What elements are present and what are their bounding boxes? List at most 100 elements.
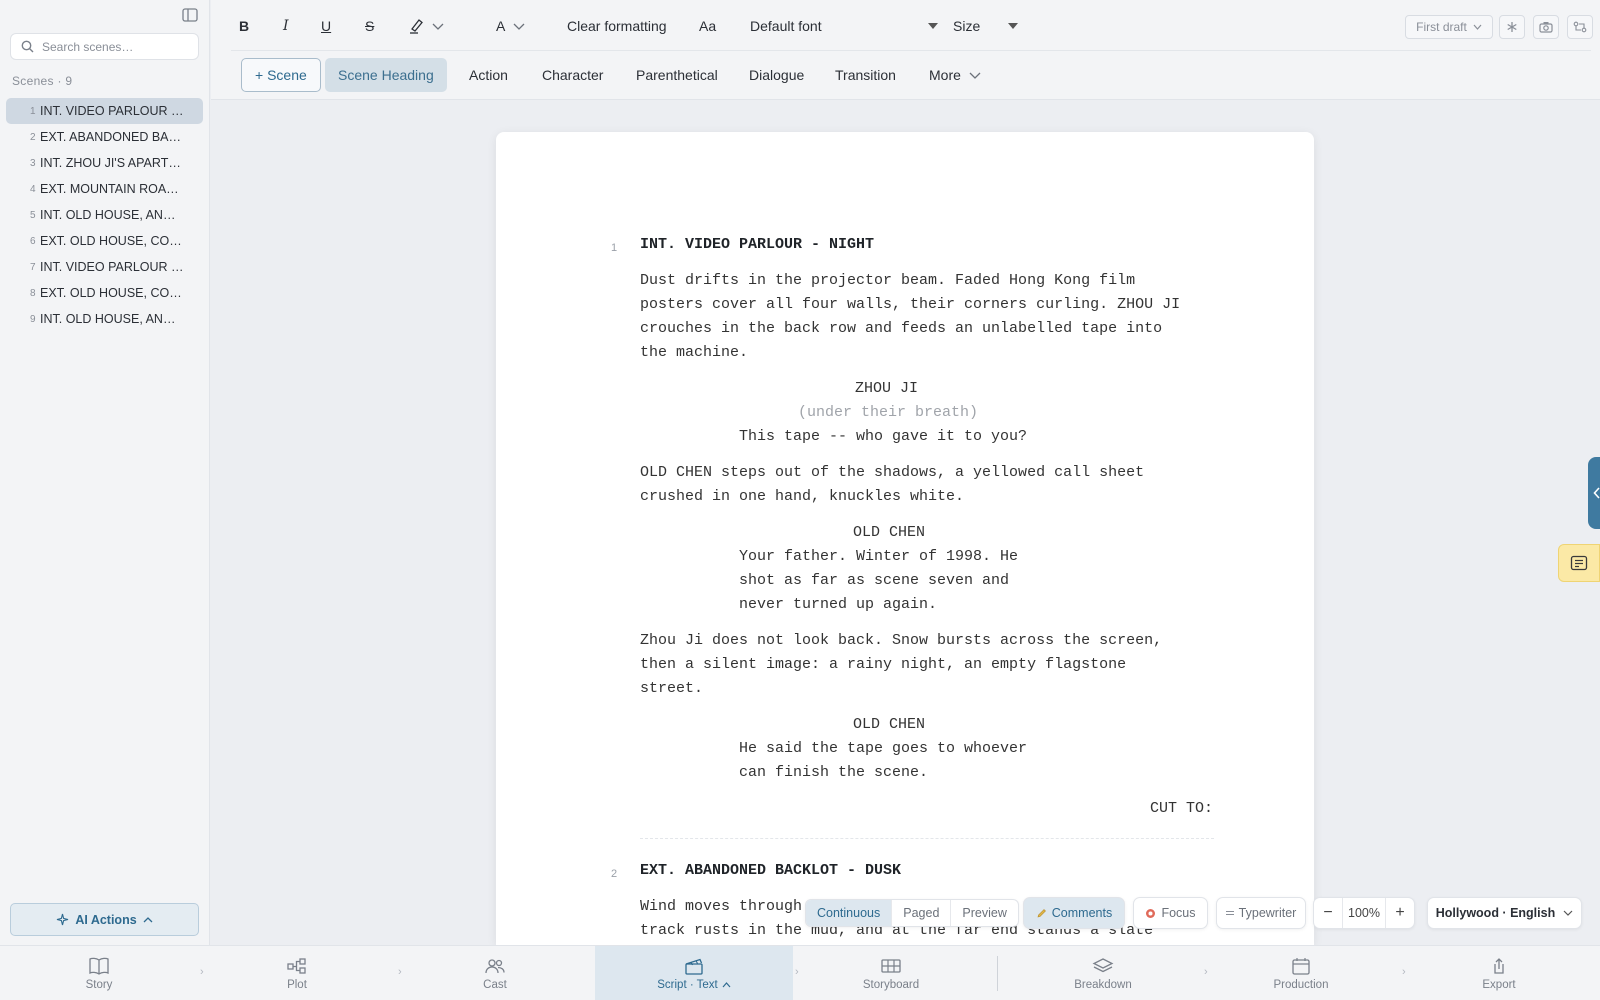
case-button[interactable]: Aa (699, 10, 716, 42)
nav-story[interactable]: Story (39, 946, 159, 1000)
dialogue-line[interactable]: He said the tape goes to whoever (739, 737, 1027, 761)
nav-export[interactable]: Export (1439, 946, 1559, 1000)
nav-plot[interactable]: Plot (237, 946, 357, 1000)
scene-item-1[interactable]: 1 INT. VIDEO PARLOUR … (6, 98, 203, 124)
action-line[interactable]: posters cover all four walls, their corn… (640, 293, 1180, 317)
script-page[interactable]: 1 INT. VIDEO PARLOUR - NIGHT Dust drifts… (496, 132, 1314, 945)
storyboard-icon (881, 958, 901, 973)
sidebar-toggle-icon[interactable] (182, 8, 198, 22)
font-select[interactable]: Default font (750, 10, 938, 42)
scene-heading-2[interactable]: EXT. ABANDONED BACKLOT - DUSK (640, 859, 901, 883)
chevron-right-icon: › (795, 966, 799, 978)
action-line[interactable]: Zhou Ji does not look back. Snow bursts … (640, 629, 1162, 653)
focus-toggle[interactable]: Focus (1133, 897, 1208, 929)
scene-item-9[interactable]: 9 INT. OLD HOUSE, AN… (6, 306, 203, 332)
action-line[interactable]: Dust drifts in the projector beam. Faded… (640, 269, 1135, 293)
clapperboard-icon (685, 958, 703, 975)
block-parenthetical[interactable]: Parenthetical (623, 58, 731, 92)
block-dialogue[interactable]: Dialogue (736, 58, 817, 92)
text-color-dropdown[interactable]: A (496, 10, 530, 42)
nav-script[interactable]: Script · Text (595, 946, 793, 1000)
chevron-down-icon (1473, 24, 1482, 30)
typewriter-label: Typewriter (1238, 906, 1297, 920)
nav-cast[interactable]: Cast (435, 946, 555, 1000)
scene-item-8[interactable]: 8 EXT. OLD HOUSE, CO… (6, 280, 203, 306)
side-panel-toggle[interactable] (1588, 457, 1600, 529)
asterisk-icon (1507, 22, 1517, 32)
dialogue-line[interactable]: can finish the scene. (739, 761, 928, 785)
dialogue-line[interactable]: never turned up again. (739, 593, 937, 617)
scene-heading-1[interactable]: INT. VIDEO PARLOUR - NIGHT (640, 233, 874, 257)
compare-button[interactable] (1567, 15, 1593, 39)
dialogue-line[interactable]: shot as far as scene seven and (739, 569, 1009, 593)
chevron-right-icon: › (1402, 966, 1406, 978)
scene-label: EXT. OLD HOUSE, CO… (40, 234, 182, 248)
character-name[interactable]: OLD CHEN (853, 521, 925, 545)
font-select-value: Default font (750, 18, 822, 34)
asterisk-button[interactable] (1499, 15, 1525, 39)
view-paged[interactable]: Paged (892, 900, 952, 926)
scene-label: EXT. ABANDONED BA… (40, 130, 182, 144)
action-line[interactable]: crushed in one hand, knuckles white. (640, 485, 964, 509)
highlight-dropdown[interactable] (408, 10, 450, 42)
nav-production[interactable]: Production (1241, 946, 1361, 1000)
underline-button[interactable]: U (321, 10, 337, 42)
scene-item-4[interactable]: 4 EXT. MOUNTAIN ROA… (6, 176, 203, 202)
scene-label: INT. OLD HOUSE, AN… (40, 312, 176, 326)
dialogue-line[interactable]: Your father. Winter of 1998. He (739, 545, 1018, 569)
view-continuous[interactable]: Continuous (806, 900, 893, 926)
transition[interactable]: CUT TO: (1150, 797, 1213, 821)
parenthetical[interactable]: (under their breath) (798, 401, 978, 425)
comments-toggle[interactable]: Comments (1023, 897, 1125, 929)
chevron-down-icon (432, 23, 444, 30)
action-line[interactable]: then a silent image: a rainy night, an e… (640, 653, 1126, 677)
view-preview[interactable]: Preview (951, 900, 1017, 926)
scenes-header: Scenes · 9 (12, 74, 73, 88)
nav-story-label: Story (85, 978, 113, 991)
clear-formatting-button[interactable]: Clear formatting (567, 10, 667, 42)
block-transition[interactable]: Transition (822, 58, 909, 92)
format-language-select[interactable]: Hollywood · English (1427, 897, 1582, 929)
compare-icon (1573, 21, 1587, 33)
block-action[interactable]: Action (456, 58, 521, 92)
nav-breakdown[interactable]: Breakdown (1043, 946, 1163, 1000)
scene-item-3[interactable]: 3 INT. ZHOU JI'S APART… (6, 150, 203, 176)
block-character[interactable]: Character (529, 58, 616, 92)
draft-select[interactable]: First draft (1405, 15, 1493, 39)
size-select[interactable]: Size (953, 10, 1018, 42)
typewriter-toggle[interactable]: Typewriter (1216, 897, 1306, 929)
nav-storyboard[interactable]: Storyboard (831, 946, 951, 1000)
scene-item-5[interactable]: 5 INT. OLD HOUSE, AN… (6, 202, 203, 228)
nav-divider (997, 956, 998, 991)
nav-export-label: Export (1482, 978, 1516, 991)
scene-number: 1 (30, 105, 36, 117)
scene-item-2[interactable]: 2 EXT. ABANDONED BA… (6, 124, 203, 150)
bold-button[interactable]: B (239, 10, 259, 42)
scene-search[interactable] (10, 33, 199, 60)
italic-button[interactable]: I (283, 10, 299, 42)
character-name[interactable]: OLD CHEN (853, 713, 925, 737)
notes-tab[interactable] (1558, 544, 1600, 582)
action-line[interactable]: crouches in the back row and feeds an un… (640, 317, 1162, 341)
action-line[interactable]: the machine. (640, 341, 748, 365)
add-scene-button[interactable]: + Scene (241, 58, 321, 92)
block-more-dropdown[interactable]: More (916, 58, 994, 92)
typewriter-icon (1225, 911, 1234, 915)
block-scene-heading[interactable]: Scene Heading (325, 58, 447, 92)
ai-actions-button[interactable]: AI Actions (10, 903, 199, 936)
zoom-in-button[interactable]: + (1386, 898, 1414, 928)
snapshot-button[interactable] (1533, 15, 1559, 39)
action-line[interactable]: OLD CHEN steps out of the shadows, a yel… (640, 461, 1144, 485)
dialogue-line[interactable]: This tape -- who gave it to you? (739, 425, 1027, 449)
scene-item-6[interactable]: 6 EXT. OLD HOUSE, CO… (6, 228, 203, 254)
scene-separator (640, 838, 1214, 839)
action-line[interactable]: street. (640, 677, 703, 701)
calendar-icon (1292, 957, 1310, 975)
action-line[interactable]: Wind moves through (640, 895, 802, 919)
search-input[interactable] (42, 39, 192, 54)
strikethrough-button[interactable]: S (365, 10, 381, 42)
character-name[interactable]: ZHOU JI (855, 377, 918, 401)
chevron-right-icon: › (200, 966, 204, 978)
scene-item-7[interactable]: 7 INT. VIDEO PARLOUR … (6, 254, 203, 280)
zoom-out-button[interactable]: − (1314, 898, 1342, 928)
